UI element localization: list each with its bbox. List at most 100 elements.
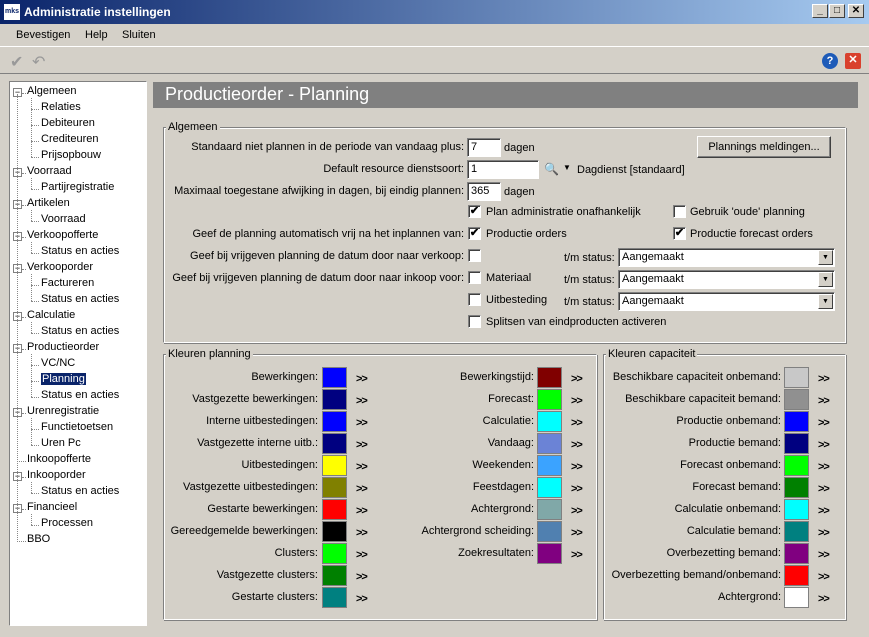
uitbesteding-checkbox[interactable] [468,293,481,306]
splitsen-label: Splitsen van eindproducten activeren [486,316,667,328]
row3-unit: dagen [504,186,535,198]
chevron-down-icon[interactable]: ▼ [818,272,833,287]
tree-label: Status en acties [41,245,120,257]
color-label: Calculatie: [482,415,534,427]
tree-label: Verkoopofferte [27,229,99,241]
menu-bevestigen[interactable]: Bevestigen [16,29,70,41]
tree-leaf[interactable]: Status en acties [41,293,119,305]
tree-node[interactable]: Financieel [27,501,77,513]
tree-node[interactable]: Algemeen [27,85,77,97]
tree-label: Uren Pc [41,437,81,449]
status-select-1[interactable]: Aangemaakt ▼ [618,248,835,267]
days-exclude-input[interactable]: 7 [467,138,501,157]
oude-planning-checkbox[interactable] [673,205,686,218]
navigation-tree[interactable]: − Algemeen Relaties Debiteuren Crediteuren Pr… [9,81,147,626]
tree-node[interactable]: BBO [27,533,50,545]
tm-status-label-2: t/m status: [564,274,615,286]
plannings-meldingen-button[interactable]: Plannings meldingen... [697,136,831,158]
tree-leaf[interactable]: Status en acties [41,325,119,337]
confirm-icon[interactable]: ✔ [10,52,23,72]
more-colors-button[interactable]: >> [356,593,368,605]
status-select-3[interactable]: Aangemaakt ▼ [618,292,835,311]
app-icon: mks [4,4,20,20]
close-window-button[interactable]: ✕ [848,4,864,18]
forecast-orders-checkbox[interactable]: ✔ [673,227,686,240]
max-afwijking-input[interactable]: 365 [467,182,501,201]
undo-icon[interactable]: ↶ [32,52,45,72]
tree-node[interactable]: Productieorder [27,341,99,353]
more-colors-button[interactable]: >> [356,571,368,583]
tree-node[interactable]: Artikelen [27,197,70,209]
chevron-down-icon[interactable]: ▼ [818,294,833,309]
color-label: Clusters: [274,547,318,559]
tree-node[interactable]: Urenregistratie [27,405,99,417]
color-label: Vastgezette bewerkingen: [192,393,318,405]
tree-leaf[interactable]: VC/NC [41,357,75,369]
tree-label: Inkooporder [27,469,86,481]
menu-sluiten[interactable]: Sluiten [122,29,156,41]
title-bar: mks Administratie instellingen _ □ ✕ [0,0,869,24]
tree-node[interactable]: Inkoopofferte [27,453,91,465]
help-icon[interactable]: ? [822,53,838,69]
chevron-down-icon[interactable]: ▼ [818,250,833,265]
color-swatch[interactable] [537,433,562,454]
tree-node[interactable]: Calculatie [27,309,75,321]
color-swatch[interactable] [537,477,562,498]
status-select-2-value: Aangemaakt [622,273,684,285]
productie-orders-label: Productie orders [486,228,567,240]
color-swatch[interactable] [537,499,562,520]
color-label: Vandaag: [487,437,534,449]
tree-leaf[interactable]: Factureren [41,277,94,289]
oude-planning-label: Gebruik 'oude' planning [690,206,805,218]
materiaal-checkbox[interactable] [468,271,481,284]
window-title: Administratie instellingen [24,5,171,19]
color-label: Gestarte bewerkingen: [207,503,318,515]
plan-admin-checkbox[interactable]: ✔ [468,205,481,218]
color-swatch[interactable] [537,521,562,542]
status-select-2[interactable]: Aangemaakt ▼ [618,270,835,289]
tree-leaf[interactable]: Prijsopbouw [41,149,101,161]
minimize-button[interactable]: _ [812,4,828,18]
close-icon[interactable]: ✕ [845,53,861,69]
tree-node[interactable]: Voorraad [27,165,72,177]
dropdown-arrow-icon[interactable]: ▼ [563,163,571,172]
color-swatch[interactable] [537,455,562,476]
color-swatch[interactable] [537,543,562,564]
color-swatch[interactable] [537,389,562,410]
tree-label: BBO [27,533,51,545]
algemeen-title: Algemeen [166,121,220,133]
lookup-icon[interactable]: 🔍 [544,162,559,176]
row7-label: Geef bij vrijgeven planning de datum doo… [172,272,464,284]
tree-leaf[interactable]: Partijregistratie [41,181,114,193]
tree-node[interactable]: Verkoopofferte [27,229,98,241]
maximize-button[interactable]: □ [829,4,845,18]
color-swatch[interactable] [322,587,347,608]
tree-leaf[interactable]: Uren Pc [41,437,81,449]
color-swatch[interactable] [537,367,562,388]
tree-label: Factureren [41,277,95,289]
row3-label: Maximaal toegestane afwijking in dagen, … [174,185,464,197]
color-label: Vastgezette interne uitb.: [197,437,318,449]
tree-label: Voorraad [41,213,86,225]
tree-node[interactable]: Inkooporder [27,469,86,481]
tree-leaf[interactable]: Debiteuren [41,117,95,129]
dienstsoort-input[interactable]: 1 [467,160,539,179]
tree-label: Financieel [27,501,78,513]
tree-leaf[interactable]: Planning [41,373,86,385]
tree-leaf[interactable]: Crediteuren [41,133,98,145]
row5-label: Geef de planning automatisch vrij na het… [192,228,464,240]
tree-leaf[interactable]: Voorraad [41,213,86,225]
tree-label: Voorraad [27,165,72,177]
color-swatch[interactable] [537,411,562,432]
menu-help[interactable]: Help [85,29,108,41]
tree-leaf[interactable]: Relaties [41,101,81,113]
tree-node[interactable]: Verkooporder [27,261,93,273]
forecast-orders-label: Productie forecast orders [690,228,813,240]
tree-leaf[interactable]: Processen [41,517,93,529]
splitsen-checkbox[interactable] [468,315,481,328]
productie-orders-checkbox[interactable]: ✔ [468,227,481,240]
color-swatch[interactable] [322,565,347,586]
tree-leaf[interactable]: Status en acties [41,245,119,257]
verkoop-datum-checkbox[interactable] [468,249,481,262]
color-label: Vastgezette clusters: [216,569,318,581]
